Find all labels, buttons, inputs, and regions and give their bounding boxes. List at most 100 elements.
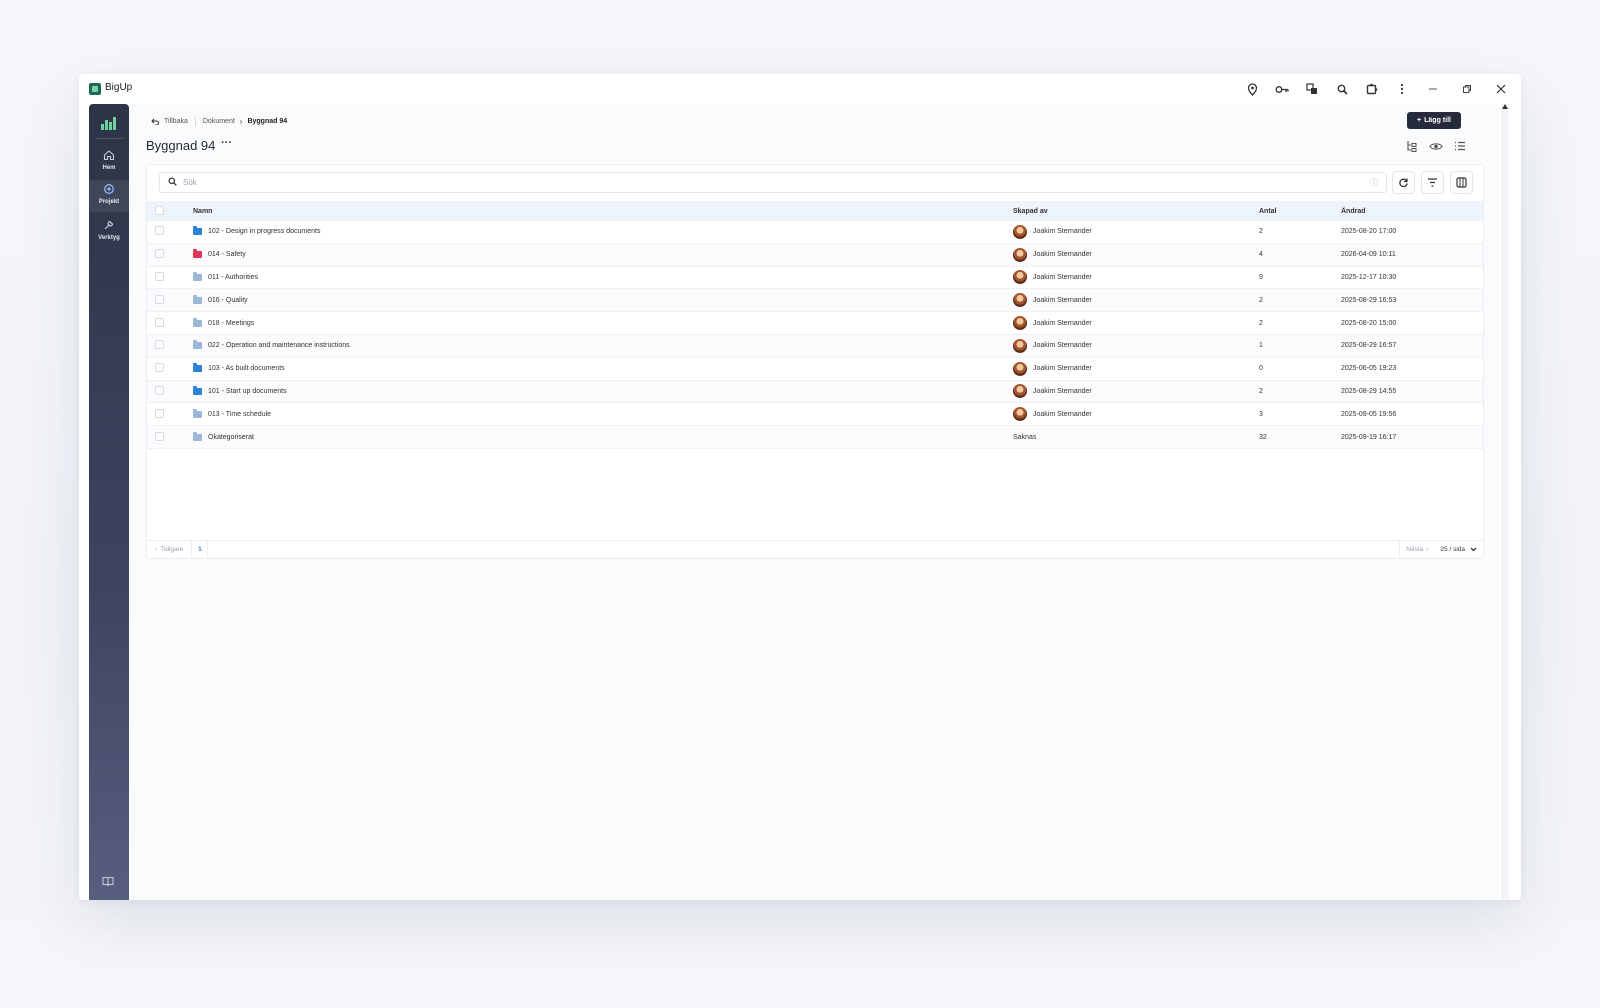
row-name[interactable]: 016 - Quality (208, 297, 248, 304)
table-row[interactable]: 011 - Authorities Joakim Sternander 9 2025-… (147, 267, 1483, 290)
row-count: 0 (1259, 365, 1263, 373)
key-icon[interactable] (1273, 80, 1291, 98)
column-header-changed[interactable]: Ändrad (1341, 208, 1483, 215)
eye-icon[interactable] (1429, 140, 1443, 152)
app-name: BigUp (105, 82, 133, 93)
breadcrumb: Tillbaka Dokument › Byggnad 94 (151, 117, 287, 126)
refresh-button[interactable] (1392, 171, 1415, 194)
back-arrow-icon (151, 118, 159, 125)
row-name[interactable]: Okategoriserat (208, 434, 254, 441)
row-checkbox[interactable] (155, 385, 164, 395)
back-label: Tillbaka (164, 118, 188, 125)
filter-button[interactable] (1421, 171, 1444, 194)
row-checkbox[interactable] (155, 249, 164, 259)
avatar (1013, 361, 1027, 376)
table-row[interactable]: 016 - Quality Joakim Sternander 2 2025-08-2… (147, 289, 1483, 313)
list-view-icon[interactable] (1453, 140, 1467, 152)
restore-icon[interactable] (1457, 80, 1477, 98)
row-changed: 2025-08-29 14:55 (1341, 387, 1397, 395)
row-name[interactable]: 102 - Design in progress documents (208, 228, 320, 235)
chevron-right-icon: › (239, 117, 243, 126)
tree-view-icon[interactable] (1405, 140, 1419, 152)
table-row[interactable]: Okategoriserat Saknas 32 2025-09-19 16:17 (147, 426, 1483, 449)
docs-book-icon[interactable] (102, 876, 116, 888)
minimize-icon[interactable] (1423, 80, 1443, 98)
row-name[interactable]: 103 - As built documents (208, 365, 285, 372)
table-row[interactable]: 101 - Start up documents Joakim Sternande… (147, 380, 1483, 404)
row-checkbox[interactable] (155, 340, 164, 350)
table-row[interactable]: 022 - Operation and maintenance instruct… (147, 334, 1483, 358)
row-checkbox[interactable] (155, 317, 164, 327)
chevron-right-icon: › (1426, 546, 1429, 553)
row-checkbox[interactable] (155, 431, 164, 441)
row-name[interactable]: 018 - Meetings (208, 320, 254, 327)
row-created-by: Joakim Sternander (1033, 342, 1092, 350)
zoom-icon[interactable] (1333, 80, 1351, 98)
extension-icon[interactable] (1363, 80, 1381, 98)
page-size-select[interactable]: 25 / sida (1440, 546, 1477, 553)
pagination: ‹ Tidigare 1 Nästa › 25 / sida (147, 540, 1483, 558)
row-created-by: Joakim Sternander (1033, 387, 1092, 395)
sidebar-item-label: Verktyg (98, 235, 120, 241)
folder-icon (193, 226, 202, 236)
info-icon[interactable]: ⓘ (1370, 177, 1378, 188)
previous-page-button[interactable]: ‹ Tidigare (147, 541, 193, 558)
row-name[interactable]: 022 - Operation and maintenance instruct… (208, 342, 350, 349)
row-changed: 2025-08-29 16:53 (1341, 296, 1397, 304)
add-button[interactable]: + Lägg till (1407, 112, 1461, 129)
more-options-icon[interactable]: ··· (221, 137, 232, 149)
avatar (1013, 407, 1027, 422)
table-row[interactable]: 018 - Meetings Joakim Sternander 2 2025-08-… (147, 312, 1483, 335)
row-created-by: Joakim Sternander (1033, 365, 1092, 373)
row-count: 9 (1259, 273, 1263, 281)
row-name[interactable]: 101 - Start up documents (208, 388, 287, 395)
table-row[interactable]: 102 - Design in progress documents Joakim… (147, 221, 1483, 244)
bigup-logo-icon[interactable] (101, 116, 117, 130)
column-header-count[interactable]: Antal (1259, 208, 1341, 215)
row-checkbox[interactable] (155, 408, 164, 418)
select-all-checkbox[interactable] (155, 205, 164, 215)
previous-page-label: Tidigare (160, 546, 184, 553)
search-input[interactable] (183, 178, 1370, 187)
location-pin-icon[interactable] (1243, 80, 1261, 98)
row-name[interactable]: 014 - Safety (208, 251, 246, 258)
row-created-by: Joakim Sternander (1033, 273, 1092, 281)
sidebar-item-hem[interactable]: Hem (89, 146, 129, 178)
sidebar-item-verktyg[interactable]: Verktyg (89, 216, 129, 248)
app-window: BigUp Hem Projekt Verktyg Tillbaka Dokum… (79, 74, 1521, 900)
table-header: Namn Skapad av Antal Ändrad (147, 201, 1483, 221)
breadcrumb-parent[interactable]: Dokument (203, 118, 235, 125)
table-row[interactable]: 014 - Safety Joakim Sternander 4 2026-04-09… (147, 243, 1483, 267)
row-created-by: Saknas (1013, 433, 1037, 441)
row-checkbox[interactable] (155, 271, 164, 281)
columns-button[interactable] (1450, 171, 1473, 194)
page-number-current[interactable]: 1 (192, 541, 209, 558)
row-count: 32 (1259, 433, 1267, 441)
row-changed: 2025-08-20 15:00 (1341, 319, 1397, 327)
row-checkbox[interactable] (155, 363, 164, 373)
back-link[interactable]: Tillbaka (151, 118, 188, 125)
row-name[interactable]: 011 - Authorities (208, 274, 258, 281)
row-name[interactable]: 013 - Time schedule (208, 411, 271, 418)
table-row[interactable]: 103 - As built documents Joakim Sternande… (147, 358, 1483, 381)
table-row[interactable]: 013 - Time schedule Joakim Sternander 3 202… (147, 403, 1483, 427)
table-tools (1392, 171, 1473, 194)
search-icon (168, 177, 177, 188)
row-changed: 2025-09-05 19:56 (1341, 410, 1397, 418)
sidebar-item-projekt[interactable]: Projekt (89, 180, 129, 212)
plus-icon: + (1417, 117, 1422, 124)
avatar (1013, 338, 1027, 353)
translate-icon[interactable] (1303, 80, 1321, 98)
column-header-name[interactable]: Namn (193, 208, 1013, 215)
row-checkbox[interactable] (155, 226, 164, 236)
avatar (1013, 247, 1027, 262)
close-icon[interactable] (1491, 80, 1511, 98)
scrollbar[interactable] (1501, 104, 1509, 900)
row-checkbox[interactable] (155, 294, 164, 304)
next-page-button[interactable]: Nästa › (1399, 541, 1434, 558)
filter-icon (1428, 178, 1437, 187)
kebab-menu-icon[interactable] (1393, 80, 1411, 98)
column-header-created-by[interactable]: Skapad av (1013, 208, 1259, 215)
chevron-left-icon: ‹ (155, 546, 158, 553)
row-count: 2 (1259, 228, 1263, 236)
